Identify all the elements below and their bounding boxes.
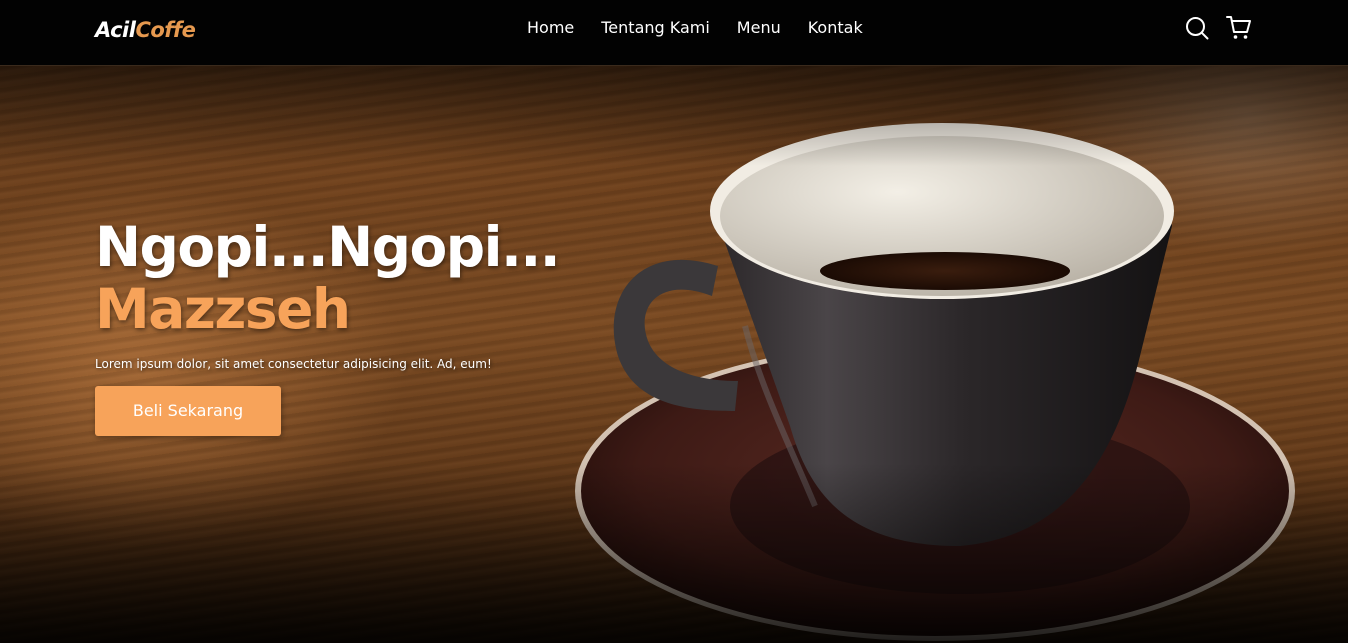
hero-title: Ngopi...Ngopi... Mazzseh [95,216,655,340]
brand-logo-part1: Acil [95,18,136,42]
hero-content: Ngopi...Ngopi... Mazzseh Lorem ipsum dol… [95,216,655,436]
navbar: AcilCoffe Home Tentang Kami Menu Kontak [0,0,1348,66]
nav-link-kontak[interactable]: Kontak [808,17,863,39]
nav-link-tentang-kami[interactable]: Tentang Kami [601,17,710,39]
hero-title-line1: Ngopi...Ngopi... [95,215,561,279]
brand-logo[interactable]: AcilCoffe [95,16,196,44]
hero-section: Ngopi...Ngopi... Mazzseh Lorem ipsum dol… [0,66,1348,643]
hero-description: Lorem ipsum dolor, sit amet consectetur … [95,357,492,371]
brand-logo-part2: Coffe [135,18,196,42]
hero-title-accent: Mazzseh [95,277,351,341]
search-icon[interactable] [1184,15,1210,41]
nav-icons [1184,15,1252,41]
nav-link-menu[interactable]: Menu [737,17,781,39]
buy-now-button[interactable]: Beli Sekarang [95,386,281,436]
nav-links: Home Tentang Kami Menu Kontak [527,17,863,39]
shopping-cart-icon[interactable] [1226,15,1252,41]
nav-link-home[interactable]: Home [527,17,574,39]
